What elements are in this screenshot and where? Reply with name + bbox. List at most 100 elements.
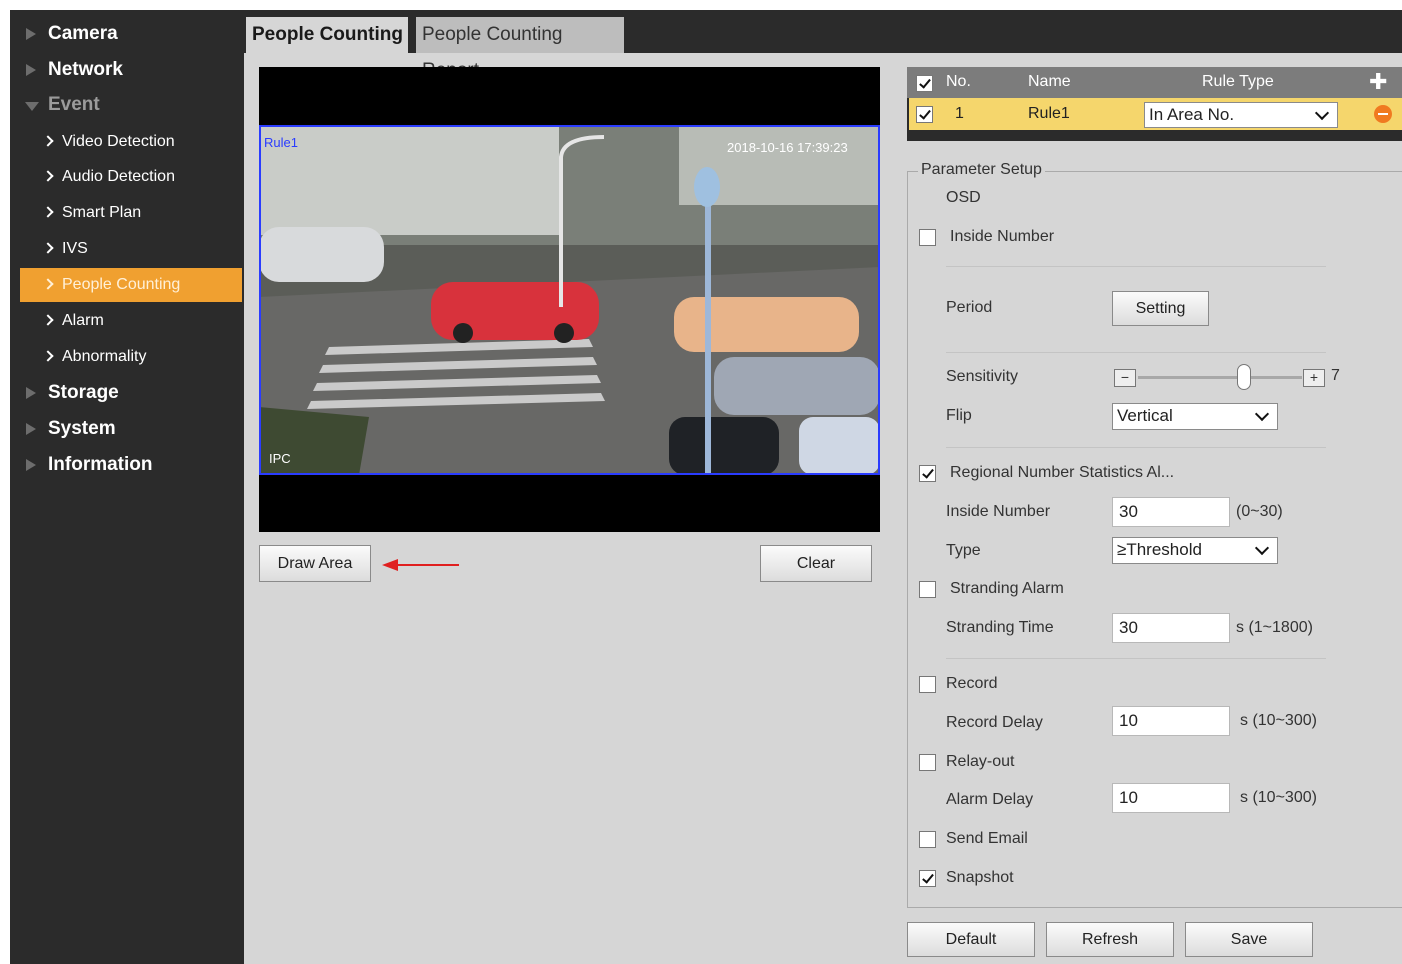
sidebar-item-smart-plan[interactable]: Smart Plan	[20, 196, 242, 230]
stranding-time-label: Stranding Time	[946, 619, 1054, 636]
sensitivity-label: Sensitivity	[946, 368, 1019, 385]
inside-number-input[interactable]: 30	[1112, 497, 1230, 527]
parameter-setup-legend: Parameter Setup	[918, 161, 1045, 179]
sidebar-item-alarm[interactable]: Alarm	[20, 304, 242, 338]
video-preview[interactable]: Rule1 2018-10-16 17:39:23 IPC	[259, 67, 880, 532]
draw-area-button[interactable]: Draw Area	[259, 545, 371, 582]
flip-select[interactable]: Vertical	[1112, 403, 1278, 430]
divider	[946, 266, 1326, 267]
chevron-right-icon	[42, 135, 54, 147]
expanded-arrow-icon	[25, 102, 39, 111]
tab-people-counting[interactable]: People Counting	[246, 17, 408, 53]
record-delay-input[interactable]: 10	[1112, 706, 1230, 736]
inside-number-label: Inside Number	[946, 503, 1051, 520]
snapshot-checkbox[interactable]	[919, 870, 936, 887]
sidebar-item-abnormality[interactable]: Abnormality	[20, 340, 242, 374]
regional-alarm-label: Regional Number Statistics Al...	[950, 464, 1175, 481]
header-rule-type: Rule Type	[1202, 73, 1274, 90]
camera-label: IPC	[269, 451, 291, 466]
divider	[946, 352, 1326, 353]
record-checkbox[interactable]	[919, 676, 936, 693]
red-arrow-icon	[382, 559, 459, 571]
alarm-delay-input[interactable]: 10	[1112, 783, 1230, 813]
inside-number-osd-checkbox[interactable]	[919, 229, 936, 246]
sidebar-item-system[interactable]: System	[10, 414, 244, 444]
stranding-time-input[interactable]: 30	[1112, 613, 1230, 643]
relay-out-checkbox[interactable]	[919, 754, 936, 771]
select-all-checkbox[interactable]	[916, 75, 933, 92]
divider	[946, 447, 1326, 448]
collapsed-arrow-icon	[26, 387, 36, 399]
relay-out-label: Relay-out	[946, 753, 1015, 770]
sidebar-item-camera[interactable]: Camera	[10, 19, 244, 49]
collapsed-arrow-icon	[26, 423, 36, 435]
osd-label: OSD	[946, 189, 981, 206]
refresh-button[interactable]: Refresh	[1046, 922, 1174, 957]
tab-bar: People Counting People Counting Report	[244, 10, 1402, 81]
chevron-right-icon	[42, 350, 54, 362]
inside-number-osd-label: Inside Number	[950, 228, 1055, 245]
send-email-checkbox[interactable]	[919, 831, 936, 848]
add-rule-icon[interactable]: ✚	[1369, 71, 1387, 93]
flip-value: Vertical	[1117, 406, 1173, 425]
sensitivity-value: 7	[1331, 367, 1340, 384]
sidebar-item-event[interactable]: Event	[10, 90, 244, 120]
rule-enable-checkbox[interactable]	[916, 106, 933, 123]
rule-name: Rule1	[1028, 105, 1070, 122]
chevron-down-icon	[1254, 540, 1270, 556]
stranding-alarm-label: Stranding Alarm	[950, 580, 1064, 597]
rule-type-select[interactable]: In Area No.	[1144, 102, 1338, 128]
collapsed-arrow-icon	[26, 28, 36, 40]
chevron-down-icon	[1314, 105, 1330, 121]
sidebar: Camera Network Event Video Detection Aud…	[10, 10, 244, 964]
tab-people-counting-report[interactable]: People Counting Report	[416, 17, 624, 81]
chevron-down-icon	[1254, 406, 1270, 422]
delete-rule-icon[interactable]	[1374, 105, 1392, 123]
regional-alarm-checkbox[interactable]	[919, 465, 936, 482]
save-button[interactable]: Save	[1185, 922, 1313, 957]
rule-type-value: In Area No.	[1149, 105, 1235, 124]
rule-no: 1	[955, 105, 964, 122]
rule-table: No. Name Rule Type ✚ 1 Rule1 In Area No.	[907, 67, 1402, 141]
alarm-delay-range: s (10~300)	[1240, 789, 1317, 806]
alarm-delay-label: Alarm Delay	[946, 791, 1034, 808]
collapsed-arrow-icon	[26, 64, 36, 76]
sidebar-item-storage[interactable]: Storage	[10, 378, 244, 408]
sidebar-item-audio-detection[interactable]: Audio Detection	[20, 160, 242, 194]
sensitivity-slider-handle[interactable]	[1237, 364, 1251, 390]
setting-button[interactable]: Setting	[1112, 291, 1209, 326]
clear-button[interactable]: Clear	[760, 545, 872, 582]
sidebar-item-information[interactable]: Information	[10, 450, 244, 480]
stranding-alarm-checkbox[interactable]	[919, 581, 936, 598]
inside-number-range: (0~30)	[1236, 503, 1283, 520]
record-label: Record	[946, 675, 998, 692]
rule-overlay-label: Rule1	[264, 135, 298, 150]
record-delay-label: Record Delay	[946, 714, 1043, 731]
sidebar-item-people-counting[interactable]: People Counting	[20, 268, 242, 302]
video-timestamp: 2018-10-16 17:39:23	[727, 140, 848, 155]
stranding-time-range: s (1~1800)	[1236, 619, 1313, 636]
collapsed-arrow-icon	[26, 459, 36, 471]
chevron-right-icon	[42, 206, 54, 218]
divider	[946, 658, 1326, 659]
period-label: Period	[946, 299, 993, 316]
type-value: ≥Threshold	[1117, 540, 1202, 559]
sensitivity-slider-track[interactable]	[1138, 376, 1302, 379]
sensitivity-decrease-button[interactable]: −	[1114, 369, 1136, 387]
snapshot-label: Snapshot	[946, 869, 1014, 886]
type-label: Type	[946, 542, 981, 559]
table-row[interactable]: 1 Rule1 In Area No.	[909, 98, 1402, 130]
header-name: Name	[1028, 73, 1071, 90]
sidebar-item-video-detection[interactable]: Video Detection	[20, 125, 242, 159]
sidebar-item-ivs[interactable]: IVS	[20, 232, 242, 266]
sensitivity-increase-button[interactable]: +	[1303, 369, 1325, 387]
type-select[interactable]: ≥Threshold	[1112, 537, 1278, 564]
chevron-right-icon	[42, 278, 54, 290]
camera-scene: Rule1 2018-10-16 17:39:23 IPC	[259, 125, 880, 475]
header-no: No.	[946, 73, 971, 90]
sidebar-item-network[interactable]: Network	[10, 55, 244, 85]
send-email-label: Send Email	[946, 830, 1028, 847]
default-button[interactable]: Default	[907, 922, 1035, 957]
flip-label: Flip	[946, 407, 972, 424]
rule-table-header: No. Name Rule Type ✚	[907, 67, 1402, 98]
